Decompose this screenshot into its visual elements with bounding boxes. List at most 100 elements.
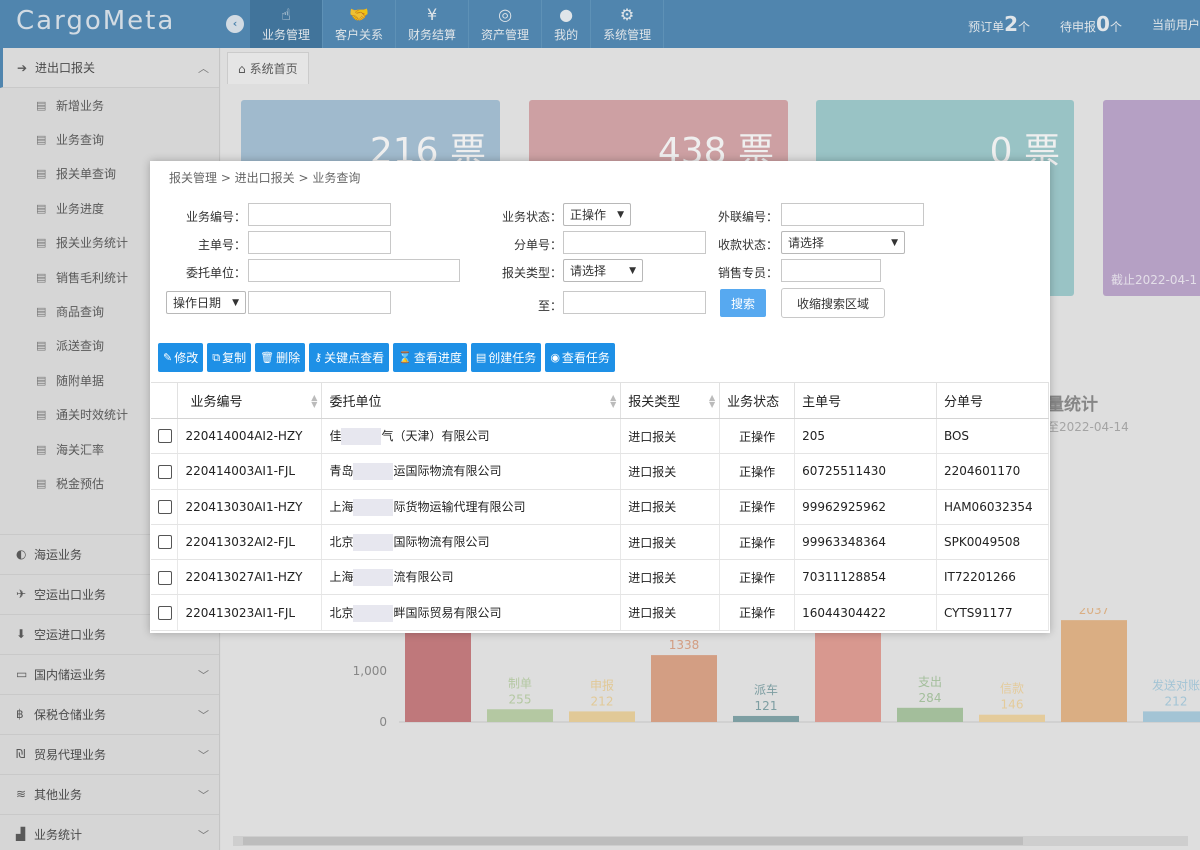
breadcrumb: 报关管理 > 进出口报关 > 业务查询 bbox=[169, 171, 361, 185]
client-suffix: 畔国际贸易有限公司 bbox=[393, 605, 502, 620]
redaction-mask bbox=[353, 463, 394, 481]
col-header-client[interactable]: 委托单位 ▲ ▼ bbox=[321, 382, 622, 419]
toolbar-button-6[interactable]: ◉ 查看任务 bbox=[545, 343, 615, 372]
cell-customs-type: 进口报关 bbox=[620, 594, 721, 631]
col-header-master-no[interactable]: 主单号 bbox=[794, 382, 937, 419]
col-header-sub-no[interactable]: 分单号 bbox=[936, 382, 1050, 419]
table-row[interactable]: 220413027AI1-HZY 上海 流有限公司 进口报关 正操作 7031112885… bbox=[151, 559, 1050, 596]
customs-type-label: 报关类型： bbox=[501, 266, 562, 280]
cell-master-no: 99963348364 bbox=[794, 524, 937, 561]
col-header-biz-no[interactable]: 业务编号 ▲ ▼ bbox=[177, 382, 323, 419]
biz-status-select[interactable]: 正操作 ▼ bbox=[563, 203, 631, 226]
cell-biz-no: 220414003AI1-FJL bbox=[177, 453, 323, 490]
client-label: 委托单位： bbox=[185, 266, 246, 280]
toolbar-button-2[interactable]: 🗑 删除 bbox=[255, 343, 306, 372]
date-to-label: 至： bbox=[537, 299, 562, 313]
cell-biz-no: 220414004AI2-HZY bbox=[177, 418, 323, 455]
cell-master-no: 205 bbox=[794, 418, 937, 455]
row-checkbox[interactable] bbox=[158, 429, 172, 444]
sub-no-input[interactable] bbox=[563, 231, 706, 254]
client-prefix: 佳 bbox=[329, 429, 342, 444]
biz-no-input[interactable] bbox=[248, 203, 391, 226]
search-button[interactable]: 搜索 bbox=[720, 289, 766, 317]
sub-no-label: 分单号： bbox=[513, 238, 562, 252]
toolbar-button-label: 创建任务 bbox=[488, 351, 537, 365]
cell-client: 青岛 运国际物流有限公司 bbox=[321, 453, 622, 490]
toolbar-button-label: 查看任务 bbox=[561, 351, 610, 365]
key-icon: ⚷ bbox=[314, 351, 323, 364]
biz-status-label: 业务状态： bbox=[501, 210, 562, 224]
collect-status-label: 收款状态： bbox=[717, 238, 778, 252]
date-from-input[interactable] bbox=[248, 291, 391, 314]
business-query-dialog: 报关管理 > 进出口报关 > 业务查询 业务编号： 业务状态： 正操作 ▼ 外联编… bbox=[150, 161, 1050, 633]
client-prefix: 上海 bbox=[329, 499, 354, 514]
sort-icon[interactable]: ▲ ▼ bbox=[311, 394, 317, 409]
table-row[interactable]: 220413030AI1-HZY 上海 际货物运输代理有限公司 进口报关 正操作 9996… bbox=[151, 489, 1050, 525]
toolbar-button-4[interactable]: ⌛ 查看进度 bbox=[393, 343, 467, 372]
cell-client: 北京 国际物流有限公司 bbox=[321, 524, 622, 561]
row-checkbox[interactable] bbox=[158, 464, 172, 479]
action-toolbar: ✎ 修改 ⧉ 复制 🗑 删除 ⚷ 关键点查看 ⌛ 查看进度 ▤ 创建任务 ◉ 查看任务 bbox=[158, 343, 619, 372]
cell-status: 正操作 bbox=[719, 453, 796, 490]
sort-icon[interactable]: ▲ ▼ bbox=[610, 394, 616, 409]
date-to-input[interactable] bbox=[563, 291, 706, 314]
table-row[interactable]: 220413023AI1-FJL 北京 畔国际贸易有限公司 进口报关 正操作 160443… bbox=[151, 594, 1050, 631]
toolbar-button-0[interactable]: ✎ 修改 bbox=[158, 343, 204, 372]
sales-input[interactable] bbox=[781, 259, 881, 282]
client-prefix: 北京 bbox=[329, 605, 354, 620]
cell-customs-type: 进口报关 bbox=[620, 489, 721, 525]
row-checkbox[interactable] bbox=[158, 535, 172, 550]
toolbar-button-5[interactable]: ▤ 创建任务 bbox=[470, 343, 542, 372]
cell-biz-no: 220413027AI1-HZY bbox=[177, 559, 323, 596]
client-prefix: 北京 bbox=[329, 535, 354, 550]
cell-master-no: 60725511430 bbox=[794, 453, 937, 490]
ext-no-label: 外联编号： bbox=[717, 210, 778, 224]
cell-master-no: 16044304422 bbox=[794, 594, 937, 631]
redaction-mask bbox=[341, 428, 382, 446]
cell-status: 正操作 bbox=[719, 418, 796, 455]
table-row[interactable]: 220413032AI2-FJL 北京 国际物流有限公司 进口报关 正操作 9996334… bbox=[151, 524, 1050, 561]
client-suffix: 国际物流有限公司 bbox=[393, 535, 490, 550]
row-checkbox-cell bbox=[151, 453, 179, 490]
client-prefix: 上海 bbox=[329, 570, 354, 585]
row-checkbox[interactable] bbox=[158, 499, 172, 514]
chevron-down-icon: ▼ bbox=[629, 265, 636, 276]
toolbar-button-3[interactable]: ⚷ 关键点查看 bbox=[309, 343, 390, 372]
row-checkbox-cell bbox=[151, 594, 179, 631]
chevron-down-icon: ▼ bbox=[617, 209, 624, 220]
master-no-label: 主单号： bbox=[197, 238, 246, 252]
row-checkbox-cell bbox=[151, 489, 179, 525]
cell-client: 上海 际货物运输代理有限公司 bbox=[321, 489, 622, 525]
chevron-down-icon: ▼ bbox=[891, 237, 898, 248]
select-all-header bbox=[151, 382, 179, 419]
date-type-select[interactable]: 操作日期 ▼ bbox=[166, 291, 246, 314]
customs-type-select[interactable]: 请选择 ▼ bbox=[563, 259, 643, 282]
business-table: 业务编号 ▲ ▼ 委托单位 ▲ ▼ 报关类型 ▲ ▼ 业务状态 主单号 分单号 220414… bbox=[151, 382, 1050, 631]
client-suffix: 气（天津）有限公司 bbox=[381, 429, 490, 444]
redaction-mask bbox=[353, 604, 394, 622]
row-checkbox[interactable] bbox=[158, 605, 172, 620]
collect-status-select[interactable]: 请选择 ▼ bbox=[781, 231, 905, 254]
cell-status: 正操作 bbox=[719, 559, 796, 596]
col-header-customs-type[interactable]: 报关类型 ▲ ▼ bbox=[620, 382, 721, 419]
card-icon: ▤ bbox=[475, 351, 487, 364]
pencil-icon: ✎ bbox=[163, 351, 173, 364]
sales-label: 销售专员： bbox=[717, 266, 778, 280]
toolbar-button-1[interactable]: ⧉ 复制 bbox=[207, 343, 252, 372]
cell-client: 上海 流有限公司 bbox=[321, 559, 622, 596]
client-suffix: 流有限公司 bbox=[393, 570, 454, 585]
client-suffix: 运国际物流有限公司 bbox=[393, 464, 502, 479]
ext-no-input[interactable] bbox=[781, 203, 924, 226]
collapse-search-button[interactable]: 收缩搜索区域 bbox=[781, 288, 885, 318]
table-row[interactable]: 220414003AI1-FJL 青岛 运国际物流有限公司 进口报关 正操作 607255… bbox=[151, 453, 1050, 490]
row-checkbox[interactable] bbox=[158, 570, 172, 585]
master-no-input[interactable] bbox=[248, 231, 391, 254]
redaction-mask bbox=[353, 569, 394, 587]
cell-customs-type: 进口报关 bbox=[620, 559, 721, 596]
col-header-status[interactable]: 业务状态 bbox=[719, 382, 796, 419]
sort-icon[interactable]: ▲ ▼ bbox=[709, 394, 715, 409]
cell-sub-no: CYTS91177 bbox=[936, 594, 1050, 631]
client-input[interactable] bbox=[248, 259, 460, 282]
table-row[interactable]: 220414004AI2-HZY 佳 气（天津）有限公司 进口报关 正操作 205 BOS bbox=[151, 418, 1050, 455]
redaction-mask bbox=[353, 498, 394, 516]
